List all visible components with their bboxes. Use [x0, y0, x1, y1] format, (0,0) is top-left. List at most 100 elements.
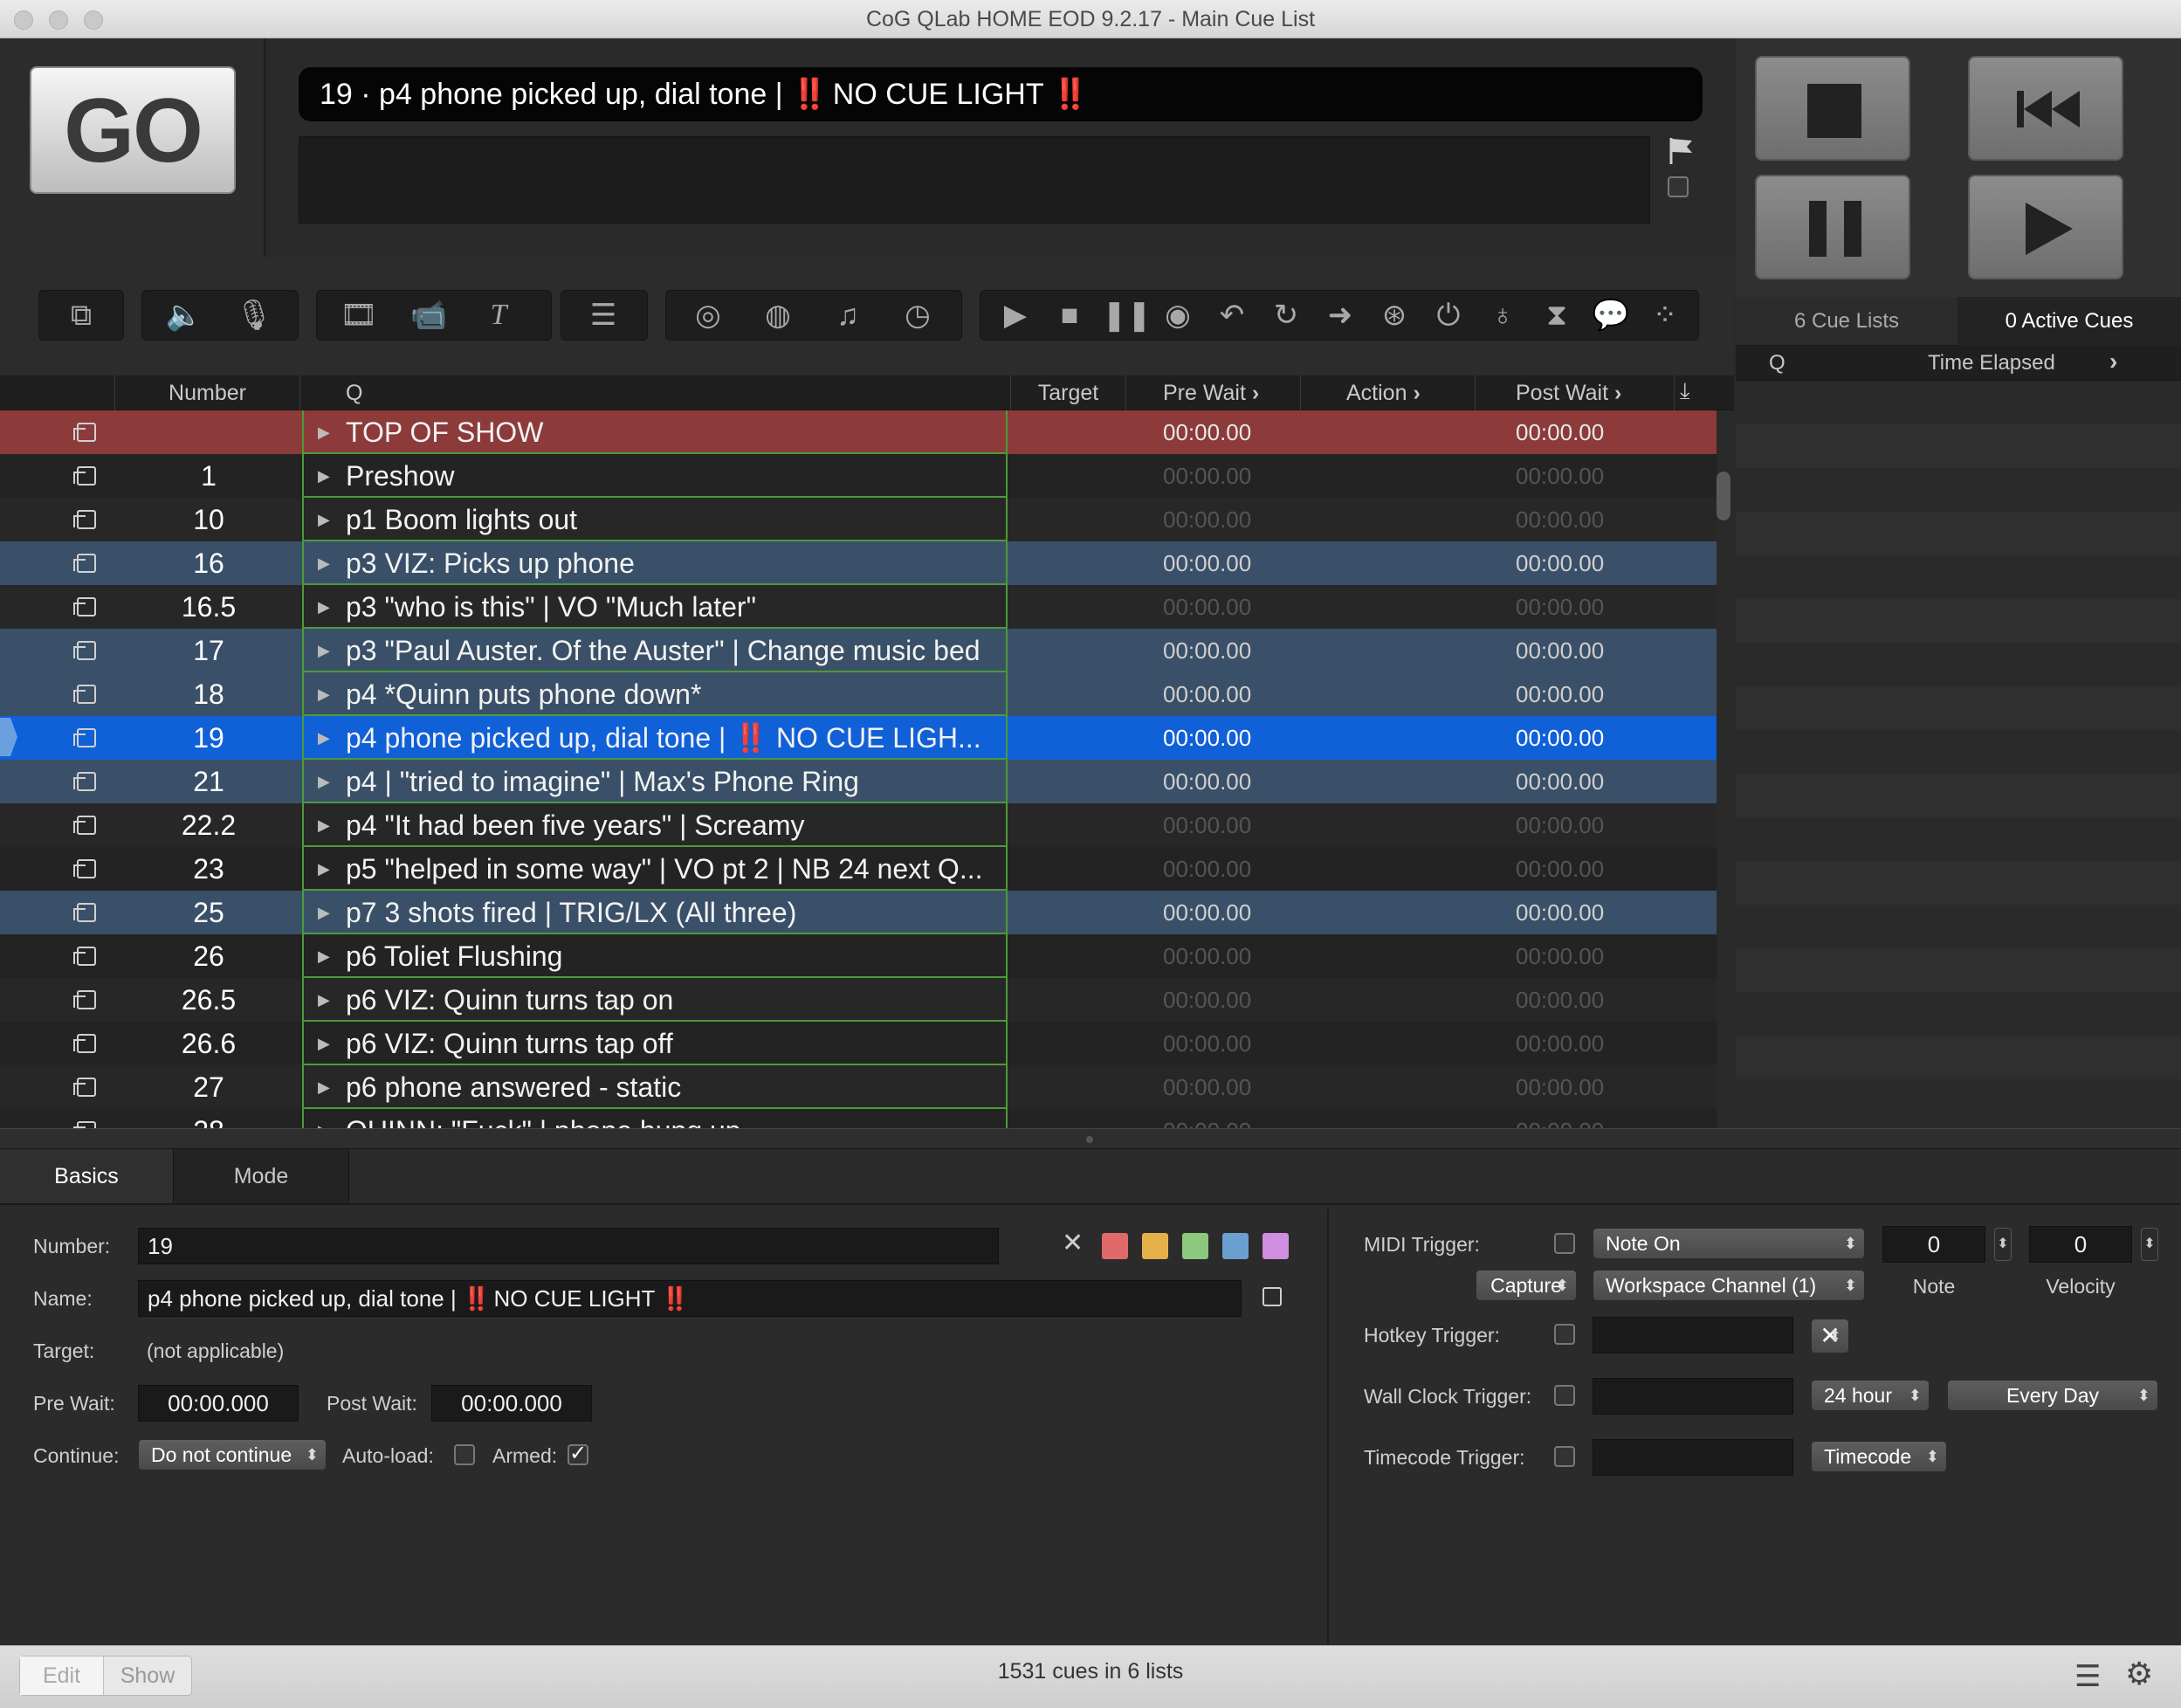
column-header-post-wait[interactable]: Post Wait ›	[1476, 375, 1675, 410]
grid-icon[interactable]: ⁘	[1643, 290, 1687, 341]
color-swatch-green[interactable]	[1182, 1233, 1208, 1259]
color-swatch-blue[interactable]	[1222, 1233, 1249, 1259]
cue-name[interactable]: ▶ p3 "who is this" | VO "Much later"	[302, 585, 1008, 629]
target-icon[interactable]: ◎	[686, 290, 730, 341]
hotkey-field[interactable]	[1593, 1317, 1793, 1353]
table-row[interactable]: 21 ▶ p4 | "tried to imagine" | Max's Phone…	[0, 760, 1717, 803]
post-wait-field[interactable]: 00:00.000	[431, 1385, 592, 1422]
timecode-select[interactable]: Timecode	[1811, 1441, 1947, 1472]
timecode-field[interactable]	[1593, 1439, 1793, 1476]
timecode-trigger-checkbox[interactable]	[1554, 1446, 1575, 1467]
cue-name[interactable]: ▶ p3 VIZ: Picks up phone	[302, 541, 1008, 585]
group-cue-icon[interactable]: ⧉	[59, 290, 103, 341]
cue-list-scrollbar[interactable]	[1717, 472, 1730, 520]
pause-icon[interactable]: ❚❚	[1102, 290, 1152, 341]
flag-checkbox[interactable]	[1668, 176, 1689, 197]
table-row[interactable]: 25 ▶ p7 3 shots fired | TRIG/LX (All three…	[0, 891, 1717, 934]
sort-down-icon[interactable]: ⤓	[1680, 377, 1690, 405]
cue-name[interactable]: ▶ p5 "helped in some way" | VO pt 2 | NB …	[302, 847, 1008, 891]
split-view-divider[interactable]	[0, 1128, 2181, 1149]
pre-wait-field[interactable]: 00:00.000	[138, 1385, 299, 1422]
continue-select[interactable]: Do not continue	[138, 1439, 327, 1470]
table-row[interactable]: 27 ▶ p6 phone answered - static 00:00.00 00:…	[0, 1065, 1717, 1109]
note-field[interactable]: 0	[1882, 1226, 1985, 1263]
column-header-pre-wait[interactable]: Pre Wait ›	[1126, 375, 1301, 410]
music-note-icon[interactable]: ♫	[826, 290, 870, 341]
cue-name[interactable]: ▶QUINN: "Fuck" | phone hung up	[302, 1109, 1008, 1128]
column-header-q[interactable]: Q	[300, 375, 1011, 410]
reset-button[interactable]	[1968, 56, 2123, 161]
velocity-field[interactable]: 0	[2029, 1226, 2132, 1263]
midi-type-select[interactable]: Note On	[1593, 1228, 1865, 1259]
hotkey-trigger-checkbox[interactable]	[1554, 1324, 1575, 1345]
note-stepper[interactable]: ⬍	[1994, 1228, 2012, 1261]
play-icon[interactable]: ▶	[994, 290, 1037, 341]
column-header-q[interactable]: Q	[1769, 351, 1785, 375]
undo-icon[interactable]: ↶	[1210, 290, 1254, 341]
table-row[interactable]: 1 ▶ Preshow 00:00.00 00:00.00	[0, 454, 1717, 498]
cue-name[interactable]: ▶ Preshow	[302, 454, 1008, 498]
speaker-icon[interactable]: 🔈	[162, 290, 206, 341]
cue-name[interactable]: ▶ p6 VIZ: Quinn turns tap on	[302, 978, 1008, 1022]
color-swatch-purple[interactable]	[1263, 1233, 1289, 1259]
disclosure-triangle-icon[interactable]: ▶	[318, 1022, 330, 1064]
midi-trigger-checkbox[interactable]	[1554, 1233, 1575, 1254]
table-row[interactable]: 26 ▶ p6 Toliet Flushing 00:00.00 00:00.00	[0, 934, 1717, 978]
disclosure-triangle-icon[interactable]: ▶	[318, 629, 330, 671]
hour-mode-select[interactable]: 24 hour	[1811, 1380, 1930, 1411]
column-header-time-elapsed[interactable]: Time Elapsed	[1928, 351, 2055, 375]
redo-icon[interactable]: ↻	[1264, 290, 1308, 341]
table-row[interactable]: 19 ▶ p4 phone picked up, dial tone | ‼️ NO…	[0, 716, 1717, 760]
table-row[interactable]: 28▶QUINN: "Fuck" | phone hung up 00:00.00…	[0, 1109, 1717, 1128]
tab-active-cues[interactable]: 0 Active Cues	[1957, 297, 2181, 346]
cue-name[interactable]: ▶ p4 *Quinn puts phone down*	[302, 672, 1008, 716]
network-icon[interactable]: ♁	[1481, 290, 1524, 341]
clear-hotkey-button[interactable]: ✕	[1811, 1319, 1849, 1353]
velocity-stepper[interactable]: ⬍	[2141, 1228, 2158, 1261]
midi-channel-select[interactable]: Workspace Channel (1)	[1593, 1270, 1865, 1301]
table-row[interactable]: ▶ TOP OF SHOW 00:00.00 00:00.00	[0, 410, 1717, 454]
table-row[interactable]: 10 ▶ p1 Boom lights out 00:00.00 00:00.00	[0, 498, 1717, 541]
wall-clock-field[interactable]	[1593, 1378, 1793, 1415]
stop-icon[interactable]: ■	[1048, 290, 1091, 341]
disclosure-triangle-icon[interactable]: ▶	[318, 454, 330, 496]
disclosure-triangle-icon[interactable]: ▶	[318, 498, 330, 540]
disclosure-triangle-icon[interactable]: ▶	[318, 760, 330, 802]
table-row[interactable]: 23 ▶ p5 "helped in some way" | VO pt 2 | N…	[0, 847, 1717, 891]
table-row[interactable]: 16 ▶ p3 VIZ: Picks up phone 00:00.00 00:00.0…	[0, 541, 1717, 585]
cue-name[interactable]: ▶ p3 "Paul Auster. Of the Auster" | Chang…	[302, 629, 1008, 672]
disclosure-triangle-icon[interactable]: ▶	[318, 672, 330, 714]
column-header-number[interactable]: Number	[115, 375, 300, 410]
column-header-action[interactable]: Action ›	[1301, 375, 1476, 410]
wall-clock-trigger-checkbox[interactable]	[1554, 1385, 1575, 1406]
disclosure-triangle-icon[interactable]: ▶	[318, 716, 330, 758]
cue-name[interactable]: ▶ p4 "It had been five years" | Screamy	[302, 803, 1008, 847]
resume-button[interactable]	[1968, 175, 2123, 279]
light-dial-icon[interactable]: ◍	[756, 290, 800, 341]
camera-icon[interactable]: 📹	[407, 290, 451, 341]
disclosure-triangle-icon[interactable]: ▶	[318, 978, 330, 1020]
faders-icon[interactable]: ☰	[581, 290, 625, 341]
cue-name[interactable]: ▶ p4 phone picked up, dial tone | ‼️ NO C…	[302, 716, 1008, 760]
arrow-right-icon[interactable]: ➜	[1318, 290, 1362, 341]
disclosure-triangle-icon[interactable]: ▶	[318, 410, 330, 452]
color-swatch-orange[interactable]	[1142, 1233, 1168, 1259]
tab-cue-lists[interactable]: 6 Cue Lists	[1736, 297, 1957, 346]
go-button[interactable]: GO	[30, 66, 236, 194]
auto-load-checkbox[interactable]	[454, 1444, 475, 1465]
column-header-target[interactable]: Target	[1011, 375, 1126, 410]
disclosure-triangle-icon[interactable]: ▶	[318, 803, 330, 845]
armed-checkbox[interactable]: ✓	[568, 1443, 588, 1465]
disclosure-triangle-icon[interactable]: ▶	[318, 1109, 330, 1128]
number-field[interactable]: 19	[138, 1228, 999, 1264]
disclosure-triangle-icon[interactable]: ▶	[318, 847, 330, 889]
name-field[interactable]: p4 phone picked up, dial tone | ‼️ NO CU…	[138, 1280, 1242, 1317]
tab-basics[interactable]: Basics	[0, 1149, 173, 1203]
column-header-type[interactable]	[0, 375, 115, 410]
text-icon[interactable]: T	[477, 290, 520, 341]
disclosure-triangle-icon[interactable]: ▶	[318, 1065, 330, 1107]
microphone-icon[interactable]: 🎙	[232, 290, 276, 341]
cue-name[interactable]: ▶ p6 VIZ: Quinn turns tap off	[302, 1022, 1008, 1065]
disclosure-triangle-icon[interactable]: ▶	[318, 585, 330, 627]
stop-all-button[interactable]	[1755, 56, 1910, 161]
